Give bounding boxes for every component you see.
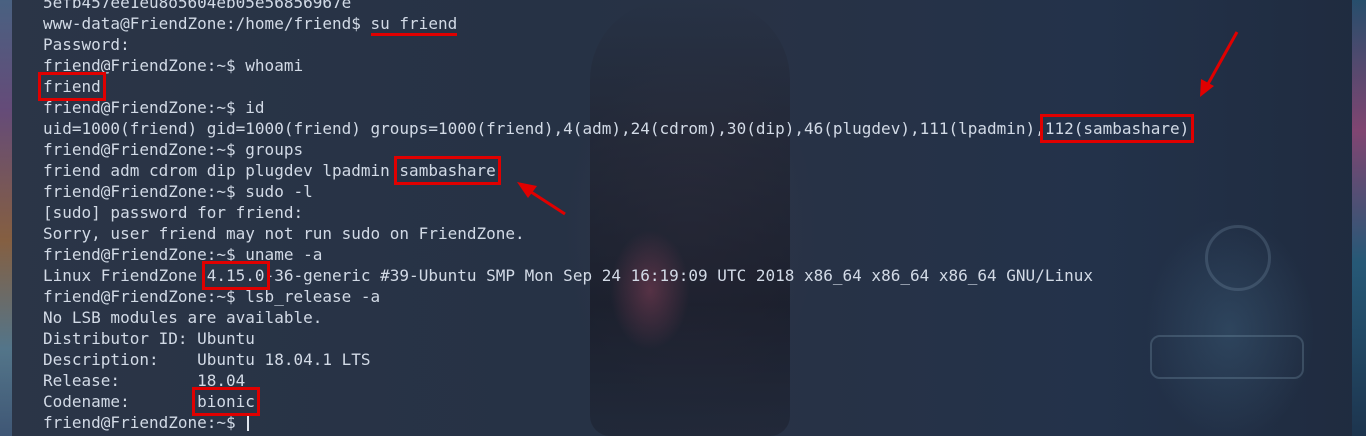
annotation-arrows bbox=[517, 31, 1239, 216]
terminal-window[interactable]: 5efb457ee1eu8o5604eb05e56856967e www-data… bbox=[0, 0, 1366, 436]
arrow-to-sambashare-groups bbox=[517, 182, 566, 216]
arrow-to-sambashare-id bbox=[1200, 31, 1239, 97]
